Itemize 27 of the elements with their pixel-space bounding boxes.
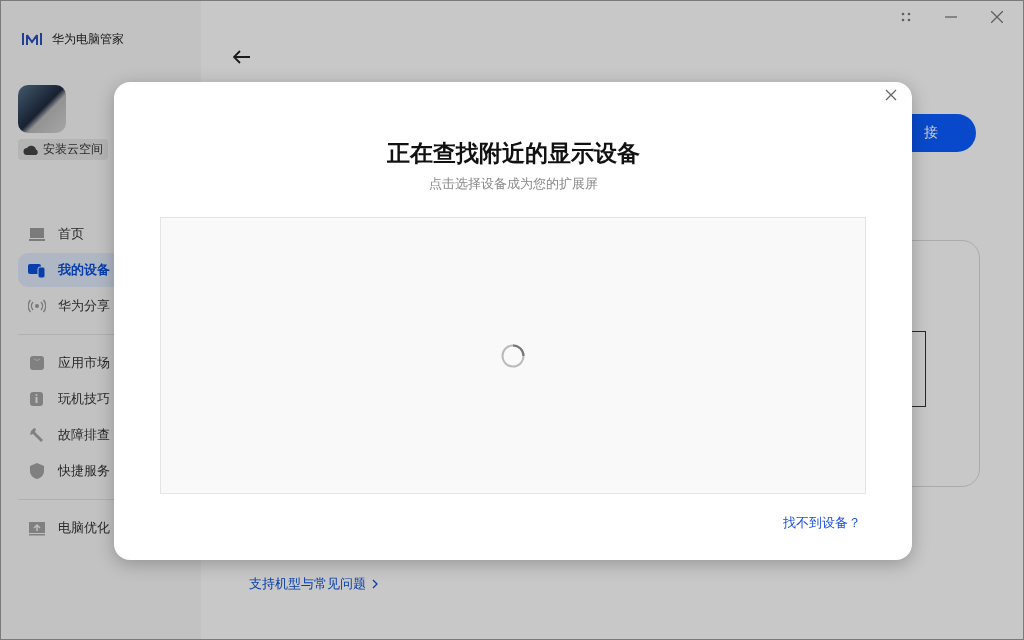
nav-item[interactable]: 电脑优化: [18, 511, 184, 545]
nav-item[interactable]: 应用市场: [18, 346, 184, 380]
app-title: 华为电脑管家: [52, 30, 124, 48]
upload-icon: [28, 519, 46, 537]
grid-icon[interactable]: [901, 12, 911, 22]
chevron-icon: [372, 579, 378, 589]
close-button[interactable]: [884, 89, 898, 103]
nav-item[interactable]: 首页: [18, 217, 184, 251]
help-link[interactable]: 支持机型与常见问题: [249, 575, 378, 593]
nav-item[interactable]: 玩机技巧: [18, 382, 184, 416]
wireless-icon: [28, 297, 46, 315]
cloud-badge[interactable]: 安装云空间: [18, 139, 108, 160]
shield-icon: [28, 462, 46, 480]
bag-icon: [28, 354, 46, 372]
cloud-icon: [23, 143, 39, 156]
dialog-title: 正在查找附近的显示设备: [386, 139, 640, 168]
info-icon: [28, 390, 46, 408]
close-icon[interactable]: [991, 11, 1003, 23]
nav-item[interactable]: 快捷服务: [18, 454, 184, 488]
nav-item[interactable]: 华为分享: [18, 289, 184, 323]
devices-icon: [28, 261, 46, 279]
avatar: [18, 85, 66, 133]
dialog-subtitle: 点击选择设备成为您的扩展屏: [428, 175, 598, 193]
logo-icon: [22, 32, 42, 46]
cannot-find-link[interactable]: 找不到设备？: [783, 514, 861, 532]
nav-item[interactable]: 故障排查: [18, 418, 184, 452]
laptop-icon: [28, 225, 46, 243]
